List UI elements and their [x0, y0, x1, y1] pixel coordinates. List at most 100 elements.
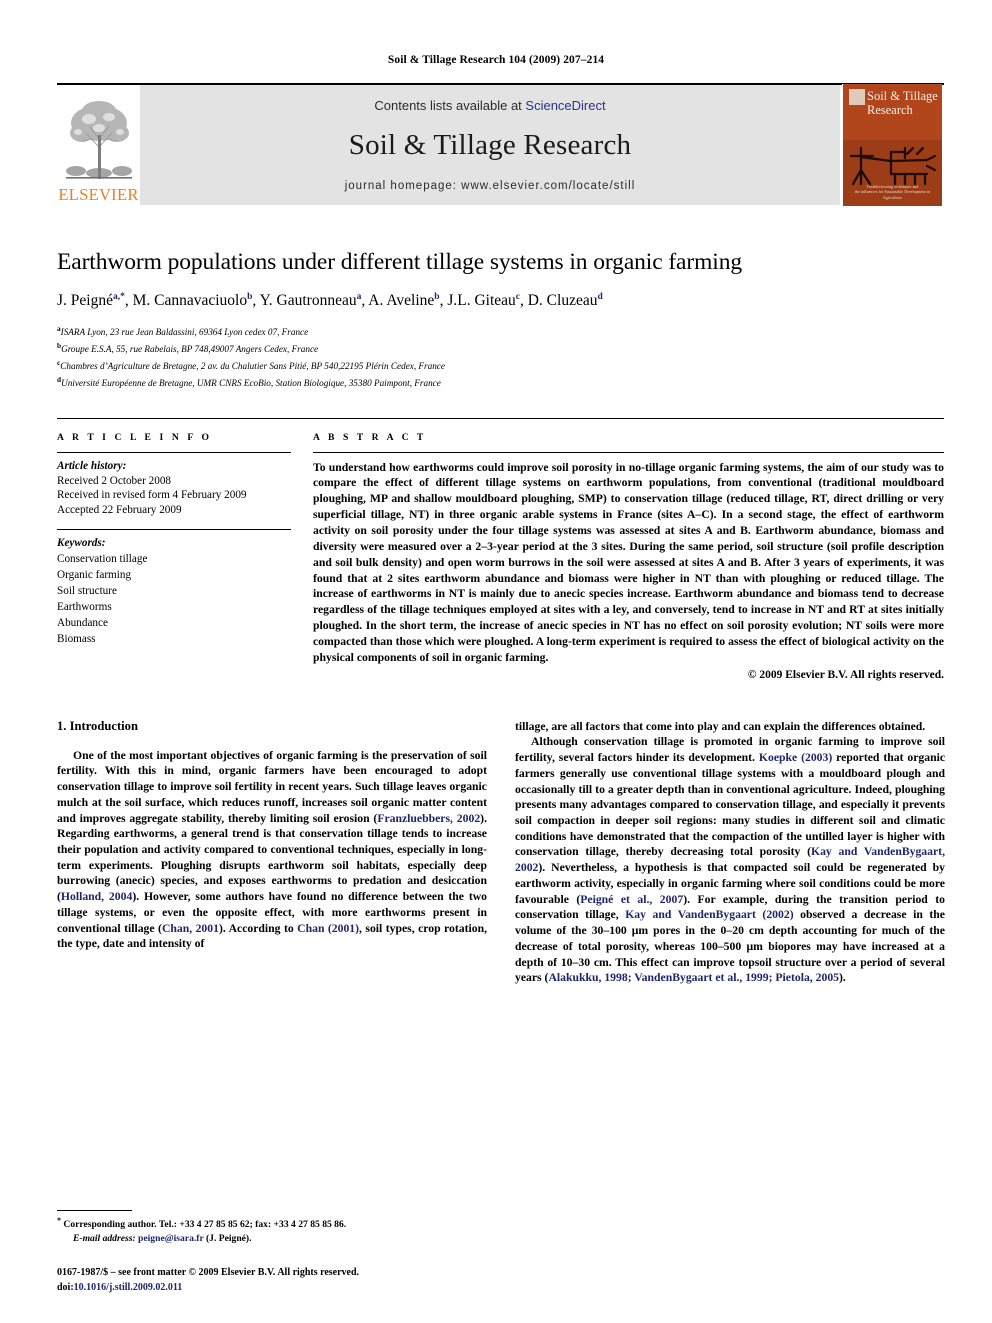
journal-banner-center: Contents lists available at ScienceDirec…	[140, 85, 840, 205]
keyword-item: Conservation tillage	[57, 553, 148, 566]
author-name: J.L. Giteau	[447, 292, 516, 310]
citation-link[interactable]: Chan, 2001	[162, 922, 219, 935]
citation-link[interactable]: Alakukku, 1998; VandenBygaart et al., 19…	[548, 971, 839, 984]
citation-link[interactable]: Chan (2001)	[297, 922, 359, 935]
citation-link[interactable]: Koepke (2003)	[759, 751, 832, 764]
title-block: Earthworm populations under different ti…	[57, 249, 935, 391]
author: A. Avelineb	[368, 292, 439, 309]
cover-title: Soil & Tillage Research	[867, 89, 939, 117]
email-suffix: (J. Peigné).	[203, 1233, 252, 1245]
article-info-column: A R T I C L E I N F O Article history: R…	[57, 432, 291, 681]
contents-prefix: Contents lists available at	[374, 98, 526, 113]
paragraph-text: ). According to	[218, 921, 298, 935]
body-column-left: 1. Introduction One of the most importan…	[57, 719, 487, 986]
affiliation-text: Chambres d’Agriculture de Bretagne, 2 av…	[60, 360, 445, 371]
footnote-divider	[57, 1210, 132, 1211]
author-name: M. Cannavaciuolo	[132, 292, 248, 310]
paragraph: One of the most important objectives of …	[57, 748, 487, 953]
journal-banner: ELSEVIER Contents lists available at Sci…	[57, 83, 944, 206]
publisher-logo-block: ELSEVIER	[57, 85, 140, 205]
history-item: Received in revised form 4 February 2009	[57, 489, 247, 502]
section-heading-introduction: 1. Introduction	[57, 718, 138, 733]
keyword-item: Earthworms	[57, 600, 112, 613]
author-affiliation-mark: c	[515, 292, 520, 303]
keyword-item: Soil structure	[57, 584, 117, 597]
author: D. Cluzeaud	[528, 292, 603, 309]
history-item: Received 2 October 2008	[57, 474, 172, 487]
cover-footer-line-2: the influences for Sustainable Developme…	[854, 190, 931, 200]
front-matter-block: 0167-1987/$ – see front matter © 2009 El…	[57, 1265, 487, 1295]
abstract-copyright: © 2009 Elsevier B.V. All rights reserved…	[747, 668, 944, 681]
sciencedirect-link[interactable]: ScienceDirect	[525, 98, 605, 113]
running-head: Soil & Tillage Research 104 (2009) 207–2…	[387, 54, 605, 66]
keyword-list: Keywords: Conservation tillage Organic f…	[57, 530, 291, 647]
keywords-label: Keywords:	[57, 537, 106, 550]
author: Y. Gautronneaua	[260, 292, 362, 309]
doi-label: doi:	[57, 1282, 74, 1293]
elsevier-tree-icon	[65, 100, 132, 179]
affiliation-item: aISARA Lyon, 23 rue Jean Baldassini, 693…	[57, 323, 935, 340]
author-affiliation-mark: b	[434, 292, 440, 303]
email-link[interactable]: peigne@isara.fr	[138, 1233, 204, 1244]
abstract-column: A B S T R A C T To understand how earthw…	[313, 432, 944, 681]
article-history-label: Article history:	[57, 459, 127, 472]
body-region: 1. Introduction One of the most importan…	[57, 719, 945, 986]
paper-page: Soil & Tillage Research 104 (2009) 207–2…	[0, 0, 992, 1323]
paragraph: Although conservation tillage is promote…	[515, 734, 945, 986]
history-item: Accepted 22 February 2009	[57, 504, 182, 517]
footnote-text: Corresponding author. Tel.: +33 4 27 85 …	[61, 1219, 347, 1231]
cover-title-line-2: Research	[867, 102, 913, 117]
author-affiliation-mark: b	[247, 292, 253, 303]
keyword-item: Organic farming	[57, 569, 132, 582]
journal-cover-block: Soil & Tillage Research Troubleshooting …	[840, 84, 944, 206]
author-list: J. Peignéa,*, M. Cannavaciuolob, Y. Gaut…	[57, 292, 603, 310]
paragraph-text: reported that organic farmers generally …	[515, 751, 946, 859]
cover-footer-text: Troubleshooting techniques and the influ…	[849, 185, 936, 201]
citation-link[interactable]: Franzluebbers, 2002	[377, 812, 480, 825]
abstract-text: To understand how earthworms could impro…	[313, 460, 944, 664]
info-abstract-region: A R T I C L E I N F O Article history: R…	[57, 417, 944, 681]
author-affiliation-mark: a	[356, 292, 362, 303]
affiliation-item: dUniversité Européenne de Bretagne, UMR …	[57, 374, 935, 391]
author: J.L. Giteauc	[447, 292, 520, 309]
author-name: A. Aveline	[368, 292, 435, 310]
citation-link[interactable]: Peigné et al., 2007	[580, 893, 683, 906]
email-footnote: E-mail address: peigne@isara.fr (J. Peig…	[57, 1232, 487, 1246]
publisher-name: ELSEVIER	[58, 184, 139, 204]
author-name: J. Peigné	[57, 292, 113, 310]
cover-title-line-1: Soil & Tillage	[867, 89, 938, 103]
author: J. Peignéa,*	[57, 292, 125, 309]
author: M. Cannavaciuolob	[133, 292, 253, 309]
affiliation-item: cChambres d’Agriculture de Bretagne, 2 a…	[57, 357, 935, 374]
corresponding-author-footnote: * Corresponding author. Tel.: +33 4 27 8…	[57, 1215, 487, 1232]
page-title: Earthworm populations under different ti…	[57, 249, 743, 275]
front-matter-line: 0167-1987/$ – see front matter © 2009 El…	[57, 1267, 360, 1278]
affiliation-list: aISARA Lyon, 23 rue Jean Baldassini, 693…	[57, 323, 935, 391]
author-name: D. Cluzeau	[527, 292, 598, 310]
journal-homepage[interactable]: journal homepage: www.elsevier.com/locat…	[345, 180, 636, 192]
cover-elsevier-mark-icon	[849, 89, 865, 105]
article-info-heading: A R T I C L E I N F O	[57, 431, 213, 443]
author-affiliation-mark: d	[597, 292, 603, 303]
journal-title: Soil & Tillage Research	[348, 129, 632, 161]
body-column-right: tillage, are all factors that come into …	[515, 719, 945, 986]
citation-link[interactable]: Kay and VandenBygaart (2002)	[625, 908, 793, 921]
article-history: Article history: Received 2 October 2008…	[57, 453, 291, 519]
citation-link[interactable]: Holland, 2004	[61, 890, 132, 903]
affiliation-item: bGroupe E.S.A, 55, rue Rabelais, BP 748,…	[57, 340, 935, 357]
affiliation-text: Groupe E.S.A, 55, rue Rabelais, BP 748,4…	[61, 343, 319, 354]
author-affiliation-mark: a,*	[112, 292, 125, 303]
affiliation-text: Université Européenne de Bretagne, UMR C…	[61, 377, 441, 388]
paragraph: tillage, are all factors that come into …	[515, 719, 926, 733]
journal-cover-thumbnail[interactable]: Soil & Tillage Research Troubleshooting …	[842, 84, 942, 206]
doi-link[interactable]: 10.1016/j.still.2009.02.011	[74, 1282, 183, 1293]
keyword-item: Abundance	[57, 616, 108, 629]
keyword-item: Biomass	[57, 632, 96, 645]
author-name: Y. Gautronneau	[259, 292, 357, 310]
footnote-region: * Corresponding author. Tel.: +33 4 27 8…	[57, 1210, 487, 1295]
abstract-heading: A B S T R A C T	[313, 431, 427, 443]
paragraph-text: ).	[839, 971, 846, 985]
contents-available-line: Contents lists available at ScienceDirec…	[374, 98, 605, 113]
email-label: E-mail address:	[73, 1233, 136, 1245]
